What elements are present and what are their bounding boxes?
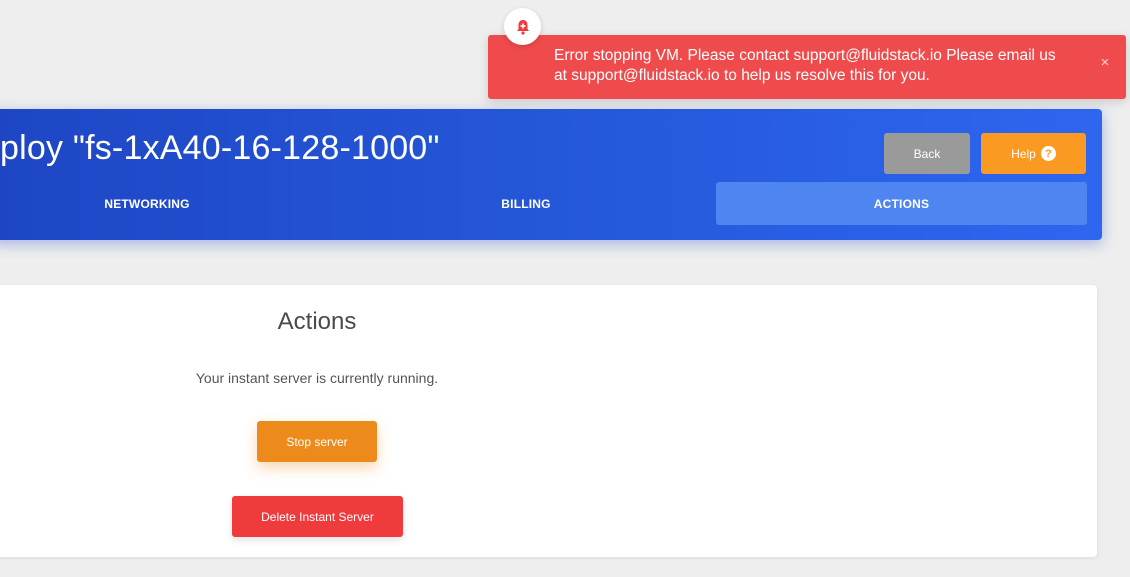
question-icon: ? xyxy=(1040,146,1056,161)
tab-networking[interactable]: NETWORKING xyxy=(0,182,334,225)
delete-server-label: Delete Instant Server xyxy=(261,509,374,524)
help-button[interactable]: Help ? xyxy=(981,133,1086,174)
error-toast-message: Error stopping VM. Please contact suppor… xyxy=(554,47,1056,84)
stop-server-label: Stop server xyxy=(286,434,348,449)
bell-icon xyxy=(504,8,541,45)
stop-server-button[interactable]: Stop server xyxy=(257,421,377,462)
page-title: ploy "fs-1xA40-16-128-1000" xyxy=(0,129,440,167)
server-status-text: Your instant server is currently running… xyxy=(195,370,439,386)
tab-billing[interactable]: BILLING xyxy=(340,182,712,225)
tab-actions-label: ACTIONS xyxy=(873,196,930,211)
close-icon[interactable]: × xyxy=(1098,55,1112,70)
actions-card xyxy=(0,285,1097,557)
back-button-label: Back xyxy=(913,146,941,161)
back-button[interactable]: Back xyxy=(884,133,970,174)
tab-billing-label: BILLING xyxy=(501,196,551,211)
tab-networking-label: NETWORKING xyxy=(104,196,190,211)
help-button-label: Help xyxy=(1011,146,1036,161)
tab-actions[interactable]: ACTIONS xyxy=(716,182,1087,225)
actions-heading: Actions xyxy=(277,308,357,335)
delete-instant-server-button[interactable]: Delete Instant Server xyxy=(232,496,403,537)
